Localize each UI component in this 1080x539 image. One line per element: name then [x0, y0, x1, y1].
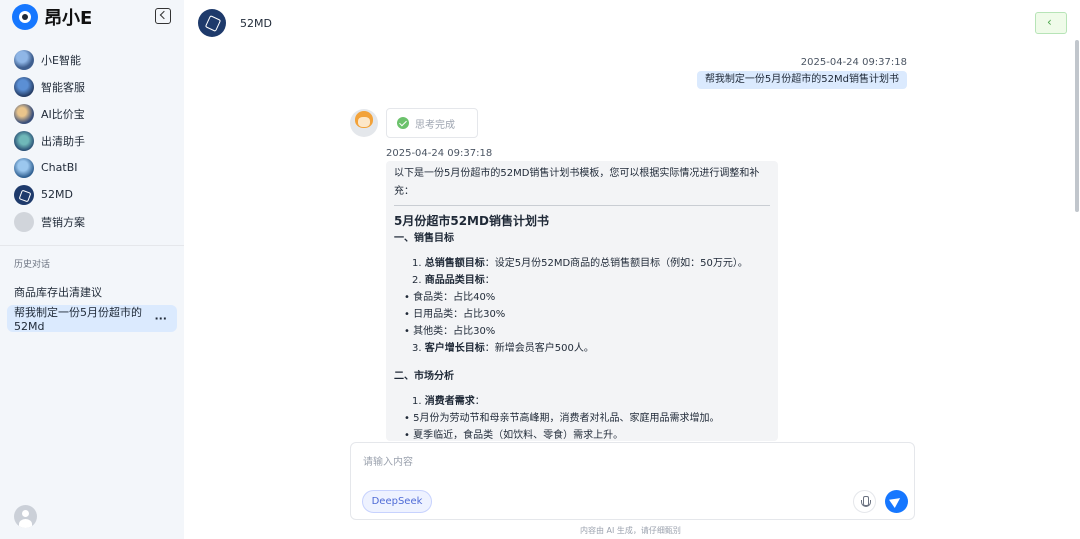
- list-item: • 食品类：占比40%: [394, 289, 770, 306]
- list-marker: 3.: [412, 343, 425, 354]
- list-item: 1. 总销售额目标：设定5月份52MD商品的总销售额目标（例如：50万元）。: [394, 255, 770, 272]
- agent-avatar-icon: [198, 9, 226, 37]
- sidebar-item-customer-service[interactable]: 智能客服: [14, 73, 174, 100]
- sidebar-item-clearance[interactable]: 出清助手: [14, 127, 174, 154]
- list-marker: 2.: [412, 275, 425, 286]
- list-item-text: ：新增会员客户500人。: [484, 343, 594, 354]
- list-item: • 5月份为劳动节和母亲节高峰期，消费者对礼品、家庭用品需求增加。: [394, 410, 770, 427]
- thinking-status-label: 思考完成: [415, 119, 455, 131]
- sidebar: 昂小E 小E智能 智能客服 AI比价宝 出清助手 ChatBI 52MD 营销方…: [0, 0, 184, 539]
- sidebar-item-label: 营销方案: [41, 215, 85, 229]
- sidebar-item-label: 小E智能: [41, 53, 81, 67]
- xiaoe-smart-icon: [14, 49, 34, 70]
- sidebar-item-label: ChatBI: [41, 161, 78, 174]
- chatbi-icon: [14, 157, 34, 178]
- chat-input-box[interactable]: 请输入内容 DeepSeek: [350, 442, 915, 520]
- microphone-icon[interactable]: [853, 490, 876, 513]
- sidebar-item-chatbi[interactable]: ChatBI: [14, 154, 174, 181]
- sidebar-nav: 小E智能 智能客服 AI比价宝 出清助手 ChatBI 52MD 营销方案: [14, 46, 174, 235]
- model-select-button[interactable]: DeepSeek: [362, 490, 432, 513]
- logo-text: 昂小E: [44, 8, 93, 29]
- list-marker: 1.: [412, 396, 425, 407]
- list-item-bold: 商品品类目标: [424, 275, 485, 286]
- sidebar-item-52md[interactable]: 52MD: [14, 181, 174, 208]
- history-item-label: 帮我制定一份5月份超市的52Md: [14, 306, 142, 333]
- list-marker: •: [404, 430, 414, 441]
- customer-service-icon: [14, 76, 34, 97]
- list-item-text: 5月份为劳动节和母亲节高峰期，消费者对礼品、家庭用品需求增加。: [413, 413, 720, 424]
- clearance-assistant-icon: [14, 130, 34, 151]
- history-title: 历史对话: [14, 260, 51, 270]
- list-item: • 夏季临近，食品类（如饮料、零食）需求上升。: [394, 427, 770, 441]
- list-item-text: ：: [474, 396, 485, 407]
- scrollbar[interactable]: [1075, 40, 1079, 212]
- section-heading: 一、销售目标: [394, 233, 454, 244]
- chat-input[interactable]: 请输入内容: [363, 453, 413, 468]
- share-button[interactable]: [1035, 12, 1067, 34]
- ai-disclaimer: 内容由 AI 生成，请仔细甄别: [580, 526, 681, 535]
- sidebar-item-marketing-plan[interactable]: 营销方案: [14, 208, 174, 235]
- list-item: • 其他类：占比30%: [394, 323, 770, 340]
- user-avatar[interactable]: [14, 505, 37, 528]
- page-title: 52MD: [240, 17, 272, 30]
- list-marker: •: [404, 326, 414, 337]
- list-item-bold: 消费者需求: [424, 396, 475, 407]
- logo: 昂小E: [12, 4, 92, 30]
- section-list: 1. 消费者需求： • 5月份为劳动节和母亲节高峰期，消费者对礼品、家庭用品需求增…: [394, 393, 770, 441]
- sidebar-item-label: 52MD: [41, 188, 73, 201]
- bot-answer: 以下是一份5月份超市的52MD销售计划书模板，您可以根据实际情况进行调整和补充：…: [386, 161, 778, 441]
- list-item: • 日用品类：占比30%: [394, 306, 770, 323]
- 52md-icon: [14, 184, 34, 205]
- list-item: 2. 商品品类目标：: [394, 272, 770, 289]
- sidebar-item-xiaoe[interactable]: 小E智能: [14, 46, 174, 73]
- list-marker: 1.: [412, 258, 425, 269]
- user-message-timestamp: 2025-04-24 09:37:18: [800, 57, 907, 68]
- sidebar-item-price-compare[interactable]: AI比价宝: [14, 100, 174, 127]
- bot-avatar: [350, 109, 378, 137]
- history-item[interactable]: 商品库存出清建议: [7, 278, 177, 305]
- list-item-bold: 客户增长目标: [424, 343, 485, 354]
- bot-message-timestamp: 2025-04-24 09:37:18: [386, 148, 493, 159]
- user-message: 帮我制定一份5月份超市的52Md销售计划书: [696, 71, 907, 89]
- logo-icon: [12, 4, 38, 30]
- check-icon: [397, 117, 409, 129]
- collapse-sidebar-icon[interactable]: [155, 8, 171, 24]
- sidebar-item-label: 出清助手: [41, 134, 85, 148]
- answer-title: 5月份超市52MD销售计划书: [394, 214, 549, 228]
- list-item-text: ：设定5月份52MD商品的总销售额目标（例如：50万元）。: [484, 258, 748, 269]
- list-item-text: ：: [484, 275, 495, 286]
- main-panel: 52MD 2025-04-24 09:37:18 帮我制定一份5月份超市的52M…: [184, 0, 1080, 539]
- list-marker: •: [404, 309, 414, 320]
- more-options-icon[interactable]: ···: [154, 312, 167, 325]
- section-list: 1. 总销售额目标：设定5月份52MD商品的总销售额目标（例如：50万元）。 2.…: [394, 255, 770, 357]
- list-item: 3. 客户增长目标：新增会员客户500人。: [394, 340, 770, 357]
- list-item-bold: 总销售额目标: [424, 258, 485, 269]
- list-item-text: 食品类：占比40%: [413, 292, 496, 303]
- list-marker: •: [404, 292, 414, 303]
- answer-intro: 以下是一份5月份超市的52MD销售计划书模板，您可以根据实际情况进行调整和补充：: [394, 165, 770, 206]
- list-item: 1. 消费者需求：: [394, 393, 770, 410]
- price-compare-icon: [14, 103, 34, 124]
- thinking-status[interactable]: 思考完成: [386, 108, 478, 138]
- sidebar-item-label: AI比价宝: [41, 107, 85, 121]
- list-marker: •: [404, 413, 414, 424]
- list-item-text: 日用品类：占比30%: [413, 309, 506, 320]
- list-item-text: 夏季临近，食品类（如饮料、零食）需求上升。: [413, 430, 624, 441]
- history-item-active[interactable]: 帮我制定一份5月份超市的52Md ···: [7, 305, 177, 333]
- marketing-plan-icon: [14, 211, 34, 232]
- list-item-text: 其他类：占比30%: [413, 326, 496, 337]
- section-heading: 二、市场分析: [394, 371, 454, 382]
- sidebar-divider: [0, 245, 184, 246]
- history-item-label: 商品库存出清建议: [14, 285, 102, 299]
- send-icon[interactable]: [885, 490, 908, 513]
- sidebar-item-label: 智能客服: [41, 80, 85, 94]
